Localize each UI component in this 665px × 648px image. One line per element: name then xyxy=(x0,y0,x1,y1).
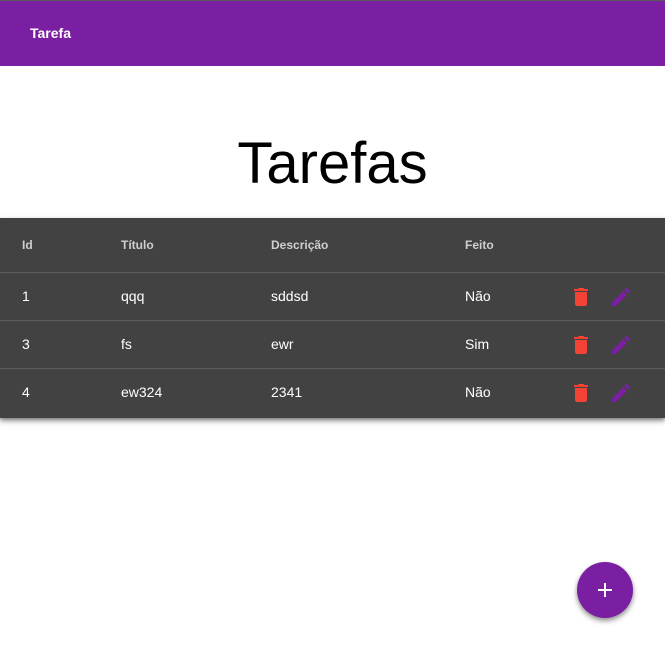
cell-feito: Não xyxy=(465,384,491,400)
table-row: 4 ew324 2341 Não xyxy=(0,369,665,417)
cell-descricao: ewr xyxy=(271,336,294,352)
page-title: Tarefas xyxy=(237,130,428,196)
table-header-row: Id Título Descrição Feito xyxy=(0,218,665,273)
cell-feito: Sim xyxy=(465,336,490,352)
cell-descricao: 2341 xyxy=(271,384,303,400)
add-task-button[interactable] xyxy=(577,562,633,618)
table-row: 1 qqq sddsd Não xyxy=(0,273,665,321)
delete-icon[interactable] xyxy=(569,333,593,357)
plus-icon xyxy=(598,583,612,597)
delete-icon[interactable] xyxy=(569,381,593,405)
cell-titulo: fs xyxy=(121,336,132,352)
cell-id: 4 xyxy=(22,384,30,400)
edit-icon[interactable] xyxy=(609,333,633,357)
edit-icon[interactable] xyxy=(609,381,633,405)
edit-icon[interactable] xyxy=(609,285,633,309)
table-row: 3 fs ewr Sim xyxy=(0,321,665,369)
app-bar-title: Tarefa xyxy=(30,25,71,41)
delete-icon[interactable] xyxy=(569,285,593,309)
cell-titulo: ew324 xyxy=(121,384,163,400)
cell-id: 1 xyxy=(22,288,30,304)
header-descricao[interactable]: Descrição xyxy=(271,238,328,252)
tasks-table: Id Título Descrição Feito 1 qqq sddsd Nã… xyxy=(0,218,665,418)
app-bar: Tarefa xyxy=(0,0,665,66)
cell-descricao: sddsd xyxy=(271,288,309,304)
cell-id: 3 xyxy=(22,336,30,352)
header-feito[interactable]: Feito xyxy=(465,238,494,252)
cell-titulo: qqq xyxy=(121,288,145,304)
header-titulo[interactable]: Título xyxy=(121,238,154,252)
header-id[interactable]: Id xyxy=(22,238,33,252)
cell-feito: Não xyxy=(465,288,491,304)
